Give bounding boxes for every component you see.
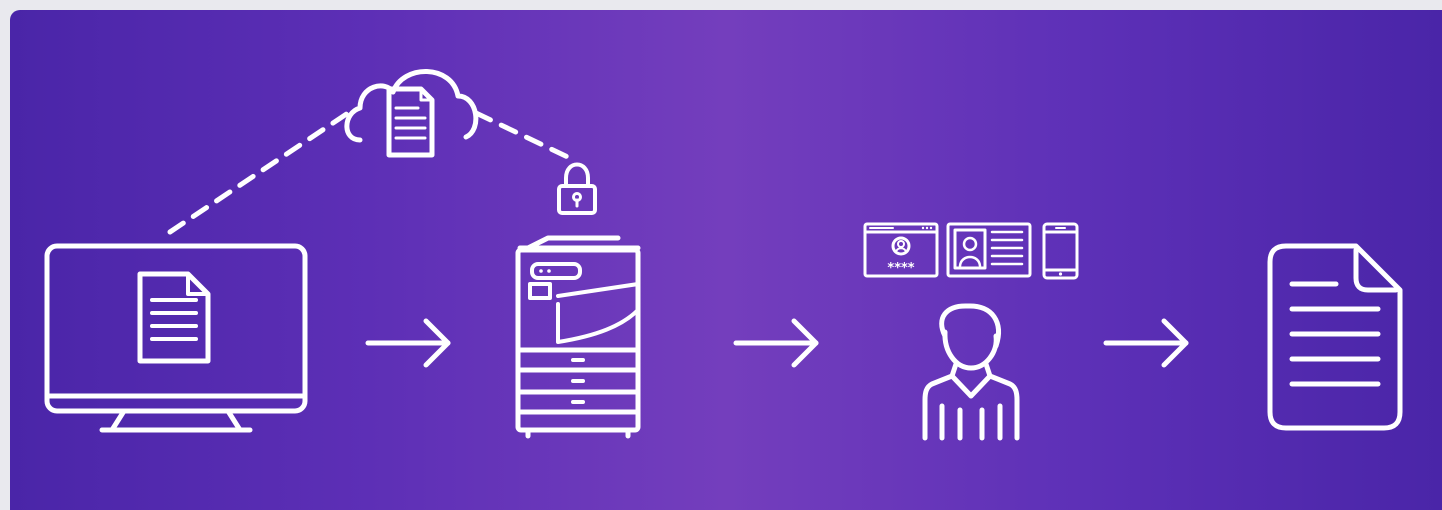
- monitor-with-document-icon: [44, 243, 308, 433]
- monitor-document-page: [137, 271, 211, 364]
- diagram-canvas: ****: [44, 69, 1403, 441]
- arrow-right-icon: [365, 318, 451, 368]
- printed-document-icon: [1267, 243, 1403, 431]
- workflow-diagram: ****: [10, 10, 1442, 510]
- pin-mask-text: ****: [887, 261, 914, 276]
- id-card-icon: [946, 222, 1032, 278]
- padlock-icon: [557, 162, 597, 215]
- arrow-right-icon: [733, 318, 819, 368]
- arrow-right-icon: [1103, 318, 1189, 368]
- mobile-phone-icon: [1042, 222, 1079, 280]
- pin-login-window-icon: ****: [863, 222, 939, 278]
- printer-icon: [515, 235, 641, 439]
- cloud-link-dashed-lines: [167, 110, 577, 235]
- user-authentication-icon: [922, 303, 1020, 441]
- cloud-document-page: [386, 86, 435, 158]
- cloud-document-icon: [344, 69, 479, 158]
